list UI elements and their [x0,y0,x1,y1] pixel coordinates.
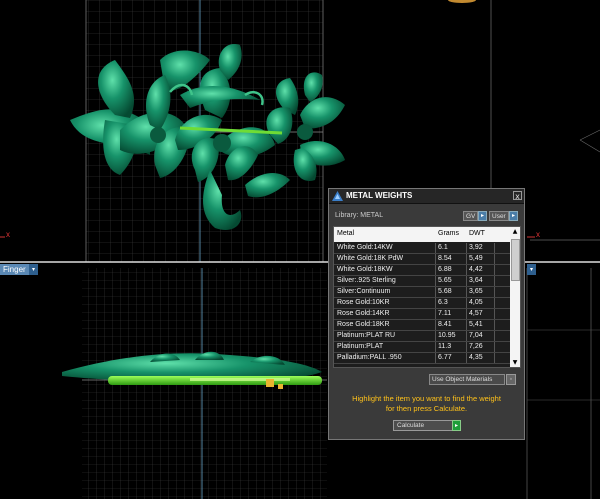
column-header-grams[interactable]: Grams [438,230,459,237]
scroll-thumb[interactable] [511,239,520,281]
metal-name: Platinum:PLAT [337,343,384,350]
table-row[interactable]: Rose Gold:10KR 6.3 4,05 [334,298,510,309]
scroll-down-icon[interactable]: ▼ [510,358,520,367]
grams-value: 8.41 [438,321,452,328]
metal-name: White Gold:18KW [337,266,393,273]
bottom-right-viewport [526,268,600,499]
metal-table: Metal Grams DWT White Gold:14KW 6.1 3,92 Wh… [333,226,521,368]
metal-name: Palladium:PALL .950 [337,354,402,361]
pyramid-logo-icon [332,191,343,201]
metal-name: White Gold:14KW [337,244,393,251]
table-row[interactable]: Platinum:PLAT 11.3 7,26 [334,342,510,353]
table-row[interactable]: White Gold:18KW 6.88 4,42 [334,265,510,276]
metal-name: White Gold:18K PdW [337,255,404,262]
dwt-value: 5,49 [469,255,483,262]
viewport-menu-arrow-icon-right[interactable]: ▾ [527,264,536,275]
table-row[interactable]: Rose Gold:14KR 7.11 4,57 [334,309,510,320]
viewport-menu-arrow-icon[interactable]: ▾ [29,264,38,275]
dwt-value: 7,04 [469,332,483,339]
calculate-dropdown[interactable]: Calculate [393,420,453,431]
table-row[interactable]: Silver:Continuum 5.68 3,65 [334,287,510,298]
table-row[interactable]: Silver:.925 Sterling 5.65 3,64 [334,276,510,287]
table-row[interactable]: Platinum:PLAT RU 10.95 7,04 [334,331,510,342]
grams-value: 5.68 [438,288,452,295]
dwt-value: 4,57 [469,310,483,317]
grams-value: 6.88 [438,266,452,273]
x-axis-mark-left: x [6,230,10,239]
grams-value: 11.3 [438,343,452,350]
grams-value: 5.65 [438,277,452,284]
toggle-user-arrow-icon[interactable]: ▸ [509,211,518,221]
grams-value: 8.54 [438,255,452,262]
metal-name: Rose Gold:10KR [337,299,390,306]
dwt-value: 3,64 [469,277,483,284]
close-icon[interactable]: x [513,191,522,201]
instruction-line-1: Highlight the item you want to find the … [352,394,501,403]
metal-name: Rose Gold:18KR [337,321,390,328]
use-object-materials-dropdown[interactable]: Use Object Materials [429,374,505,385]
dwt-value: 4,35 [469,354,483,361]
toggle-gv[interactable]: GV [463,211,478,221]
metal-name: Rose Gold:14KR [337,310,390,317]
toggle-user[interactable]: User [489,211,509,221]
dwt-value: 3,92 [469,244,483,251]
metal-weights-panel: METAL WEIGHTS x Library: METAL GV ▸ User… [328,188,525,440]
instruction-text: Highlight the item you want to find the … [329,394,524,414]
dwt-value: 7,26 [469,343,483,350]
x-axis-mark-right: x [536,230,540,239]
table-row[interactable]: Rose Gold:18KR 8.41 5,41 [334,320,510,331]
panel-titlebar[interactable]: METAL WEIGHTS x [329,189,524,204]
column-header-dwt[interactable]: DWT [469,230,485,237]
grams-value: 6.1 [438,244,448,251]
dwt-value: 3,65 [469,288,483,295]
metal-name: Silver:Continuum [337,288,391,295]
library-label: Library: METAL [335,212,384,219]
grams-value: 6.77 [438,354,452,361]
use-object-materials-icon[interactable]: ◦ [506,374,516,385]
table-header: Metal Grams DWT [334,227,510,242]
toggle-gv-arrow-icon[interactable]: ▸ [478,211,487,221]
dwt-value: 5,41 [469,321,483,328]
metal-name: Silver:.925 Sterling [337,277,396,284]
column-header-metal[interactable]: Metal [337,230,354,237]
table-row[interactable]: Palladium:PALL .950 6.77 4,35 [334,353,510,364]
dwt-value: 4,42 [469,266,483,273]
grams-value: 7.11 [438,310,452,317]
panel-title: METAL WEIGHTS [346,191,413,200]
row-divider [334,363,510,364]
metal-name: Platinum:PLAT RU [337,332,396,339]
grams-value: 10.95 [438,332,456,339]
table-scrollbar[interactable]: ▲ ▼ [510,227,520,367]
dwt-value: 4,05 [469,299,483,306]
instruction-line-2: for then press Calculate. [385,404,468,413]
scroll-up-icon[interactable]: ▲ [510,227,520,236]
table-row[interactable]: White Gold:18K PdW 8.54 5,49 [334,254,510,265]
play-icon[interactable]: ▸ [452,420,461,431]
grams-value: 6.3 [438,299,448,306]
table-row[interactable]: White Gold:14KW 6.1 3,92 [334,243,510,254]
viewport-label-finger[interactable]: Finger [0,264,29,275]
